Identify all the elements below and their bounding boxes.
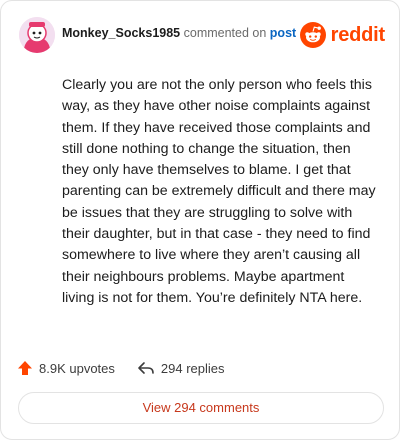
user-avatar[interactable] <box>19 17 55 53</box>
replies-button[interactable]: 294 replies <box>137 360 225 376</box>
reply-count: 294 replies <box>160 360 225 376</box>
avatar-icon <box>19 17 55 53</box>
view-comments-button[interactable]: View 294 comments <box>18 392 384 424</box>
comment-meta: Monkey_Socks1985 commented on post <box>62 26 296 40</box>
reddit-logo-icon <box>299 22 326 48</box>
comment-card: Monkey_Socks1985 commented on post reddi… <box>0 0 400 440</box>
reddit-logo[interactable]: reddit <box>299 21 386 49</box>
upvote-arrow-icon <box>18 361 32 375</box>
comment-text: Clearly you are not the only person who … <box>62 77 376 306</box>
post-link[interactable]: post <box>270 26 296 40</box>
reddit-wordmark: reddit <box>330 23 386 46</box>
upvote-count: 8.9K upvotes <box>39 360 115 376</box>
upvote-button[interactable]: 8.9K upvotes <box>17 360 115 376</box>
reply-arrow-icon <box>138 362 154 374</box>
comment-actions: 8.9K upvotes 294 replies <box>17 357 247 379</box>
commented-on-label: commented on <box>183 26 267 40</box>
username[interactable]: Monkey_Socks1985 <box>62 26 180 40</box>
comment-header: Monkey_Socks1985 commented on post reddi… <box>19 15 385 55</box>
